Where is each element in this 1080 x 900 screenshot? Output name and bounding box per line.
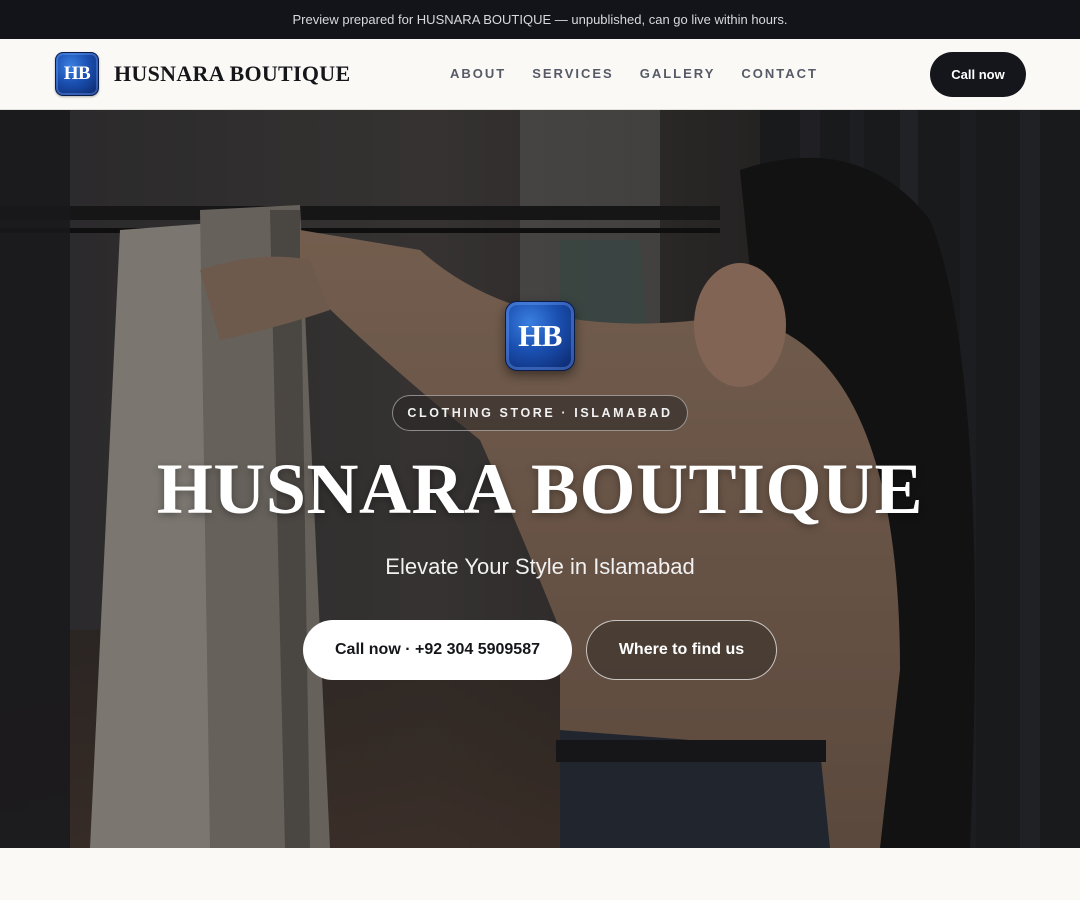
brand-name[interactable]: HUSNARA BOUTIQUE [114, 61, 350, 87]
hero-logo-monogram: HB [518, 318, 562, 353]
hero-subtitle: Elevate Your Style in Islamabad [385, 554, 695, 579]
header-call-button[interactable]: Call now [930, 52, 1026, 97]
find-us-button[interactable]: Where to find us [586, 620, 777, 680]
main-nav: ABOUT SERVICES GALLERY CONTACT [450, 66, 818, 81]
logo-badge[interactable]: HB [55, 52, 99, 96]
logo-monogram: HB [63, 63, 91, 84]
hero-section: HB CLOTHING STORE · ISLAMABAD HUSNARA BO… [0, 110, 1080, 848]
hero-logo-badge: HB [505, 301, 575, 371]
hero-category-pill: CLOTHING STORE · ISLAMABAD [392, 395, 688, 431]
hero-title: HUSNARA BOUTIQUE [156, 449, 924, 529]
hero-call-button[interactable]: Call now · +92 304 5909587 [303, 620, 572, 680]
nav-about[interactable]: ABOUT [450, 66, 506, 81]
preview-banner-text: Preview prepared for HUSNARA BOUTIQUE — … [292, 12, 788, 27]
next-section [0, 848, 1080, 900]
preview-banner: Preview prepared for HUSNARA BOUTIQUE — … [0, 0, 1080, 39]
site-header: HB HUSNARA BOUTIQUE ABOUT SERVICES GALLE… [0, 39, 1080, 110]
nav-gallery[interactable]: GALLERY [640, 66, 716, 81]
nav-services[interactable]: SERVICES [532, 66, 614, 81]
nav-contact[interactable]: CONTACT [741, 66, 818, 81]
